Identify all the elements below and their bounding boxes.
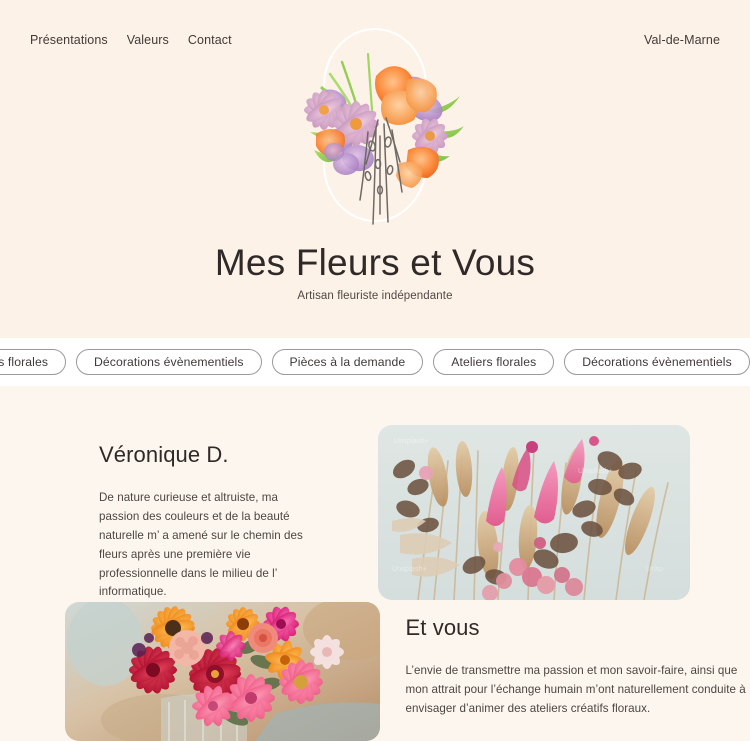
top-navigation-bar: Présentations Valeurs Contact Val-de-Mar…: [0, 30, 750, 50]
service-chip[interactable]: Décorations évènementiels: [76, 349, 262, 375]
service-chip[interactable]: Décorations évènementiels: [564, 349, 750, 375]
section-body-veronique: De nature curieuse et altruiste, ma pass…: [99, 491, 303, 599]
services-marquee: Ateliers florales Décorations évènementi…: [0, 338, 750, 386]
nav-link-presentations[interactable]: Présentations: [30, 33, 108, 47]
section-heading-etvous: Et vous: [405, 615, 480, 640]
location-label: Val-de-Marne: [644, 33, 720, 47]
landing-page: Présentations Valeurs Contact Val-de-Mar…: [0, 0, 750, 741]
about-text-veronique: Véronique D. De nature curieuse et altru…: [0, 424, 312, 602]
logo: [280, 24, 470, 232]
nav-link-valeurs[interactable]: Valeurs: [127, 33, 169, 47]
hero-title-block: Mes Fleurs et Vous Artisan fleuriste ind…: [0, 243, 750, 302]
service-chip[interactable]: Pièces à la demande: [271, 349, 424, 375]
colorful-bouquet-jar-photo: [65, 602, 380, 741]
section-body-etvous: L’envie de transmettre ma passion et mon…: [405, 664, 746, 715]
floral-bouquet-watercolor-icon: [304, 52, 464, 225]
service-chip[interactable]: Ateliers florales: [0, 349, 67, 375]
nav-link-contact[interactable]: Contact: [188, 33, 232, 47]
page-title: Mes Fleurs et Vous: [214, 242, 536, 283]
page-tagline: Artisan fleuriste indépendante: [297, 289, 453, 302]
about-text-etvous: Et vous L’envie de transmettre ma passio…: [406, 597, 750, 719]
dried-flower-bouquet-photo: Unsplash+ Unsplash+ Unsplash+ Unsp: [378, 425, 690, 600]
service-chip[interactable]: Ateliers florales: [433, 349, 555, 375]
hero-section: Présentations Valeurs Contact Val-de-Mar…: [0, 0, 750, 338]
section-heading-veronique: Véronique D.: [99, 442, 229, 467]
primary-nav: Présentations Valeurs Contact: [30, 33, 232, 47]
services-marquee-track: Ateliers florales Décorations évènementi…: [0, 338, 750, 386]
